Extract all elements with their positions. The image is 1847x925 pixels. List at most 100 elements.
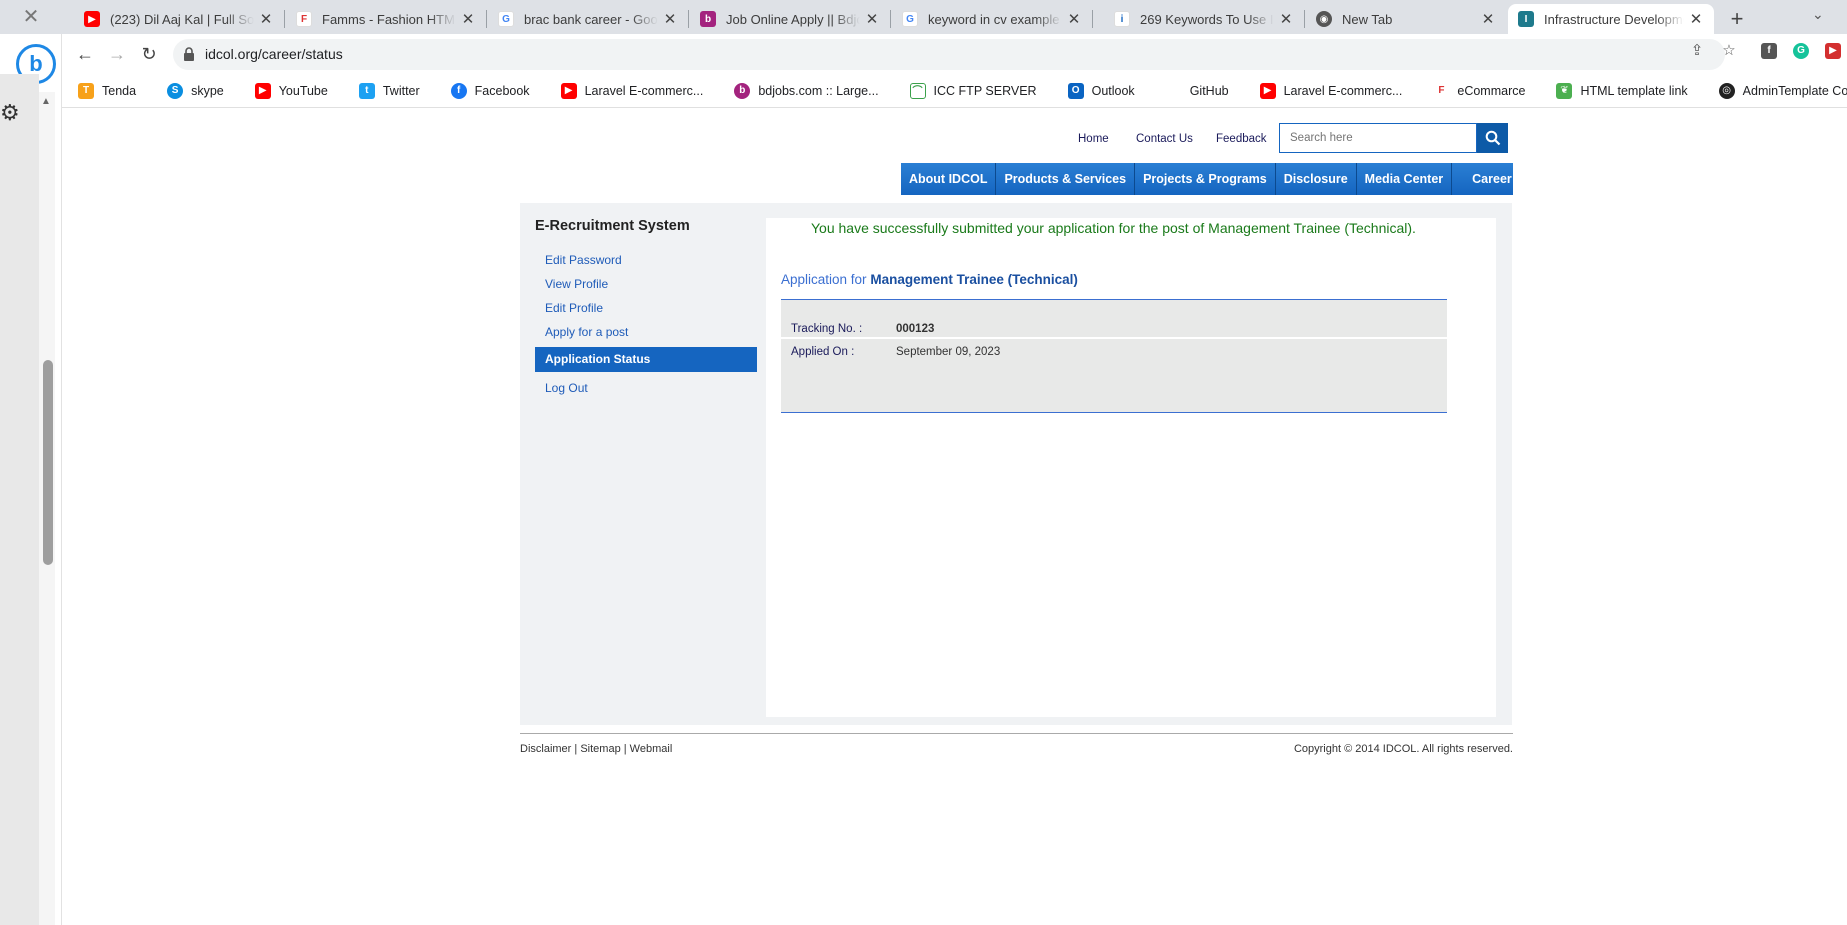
copyright-text: Copyright © 2014 IDCOL. All rights reser…: [1293, 743, 1513, 755]
github-icon: ◎: [1718, 82, 1735, 99]
tab-youtube[interactable]: ▶ (223) Dil Aaj Kal | Full Song ✕: [74, 4, 284, 34]
bookmark-label: eCommarce: [1457, 83, 1526, 98]
scrollbar-thumb[interactable]: [43, 360, 53, 565]
bookmark-icc-ftp[interactable]: ⌒ ICC FTP SERVER: [909, 82, 1037, 99]
sidebar-item-view-profile[interactable]: View Profile: [535, 272, 757, 296]
search-button[interactable]: [1477, 123, 1508, 153]
close-icon[interactable]: ✕: [1278, 10, 1294, 28]
share-icon[interactable]: ⇪: [1688, 42, 1706, 60]
bookmark-tenda[interactable]: T Tenda: [78, 82, 136, 99]
sitemap-link[interactable]: Sitemap: [580, 743, 620, 755]
google-icon: G: [498, 11, 514, 27]
sidebar-item-edit-password[interactable]: Edit Password: [535, 248, 757, 272]
close-icon[interactable]: ✕: [1480, 10, 1496, 28]
tab-separator: [1304, 10, 1305, 28]
bookmarks-bar: T Tenda Sskype ▶ YouTube t Twitter f Faceboo…: [62, 74, 1847, 108]
close-icon[interactable]: ✕: [460, 10, 476, 28]
sidebar-title: E-Recruitment System: [535, 218, 690, 234]
main-nav: About IDCOL Products & Services Projects…: [901, 163, 1513, 195]
tab-bdjobs[interactable]: b Job Online Apply || Bdjobs ✕: [690, 4, 890, 34]
chrome-icon: ◉: [1316, 11, 1332, 27]
bookmark-label: ICC FTP SERVER: [933, 83, 1037, 98]
bookmark-skype[interactable]: Sskype: [167, 82, 224, 99]
lock-icon: [184, 47, 194, 61]
footer-separator: |: [620, 743, 630, 755]
grammarly-icon[interactable]: G: [1793, 43, 1809, 59]
home-link[interactable]: Home: [1078, 133, 1109, 145]
close-icon[interactable]: ✕: [22, 7, 40, 27]
tab-keywords[interactable]: i 269 Keywords To Use In Your Resume ✕: [1104, 4, 1304, 34]
sidebar-item-apply-for-a-post[interactable]: Apply for a post: [535, 320, 757, 344]
bookmark-laravel-1[interactable]: ▶ Laravel E-commerc...: [560, 82, 703, 99]
close-icon[interactable]: ✕: [662, 10, 678, 28]
webmail-link[interactable]: Webmail: [630, 743, 673, 755]
search-input[interactable]: [1280, 124, 1476, 152]
extension-icon[interactable]: ▶: [1825, 43, 1841, 59]
tab-separator: [284, 10, 285, 28]
google-icon: G: [902, 11, 918, 27]
chevron-down-icon[interactable]: ⌄: [1812, 6, 1824, 23]
application-prefix: Application for: [781, 272, 867, 287]
applied-label: Applied On :: [791, 346, 855, 358]
disclaimer-link[interactable]: Disclaimer: [520, 743, 571, 755]
tab-separator: [688, 10, 689, 28]
bookmark-github[interactable]: GitHub: [1165, 82, 1229, 99]
tab-famms[interactable]: F Famms - Fashion HTML Template ✕: [286, 4, 486, 34]
bookmark-ecommarce[interactable]: FeCommarce: [1433, 82, 1526, 99]
tab-title: (223) Dil Aaj Kal | Full Song: [110, 11, 254, 27]
star-icon[interactable]: ☆: [1720, 42, 1738, 60]
idcol-icon: I: [1518, 11, 1534, 27]
side-panel-rail: [0, 74, 39, 925]
skype-icon: S: [167, 82, 184, 99]
nav-products-services[interactable]: Products & Services: [996, 163, 1136, 195]
twitter-icon: t: [358, 82, 375, 99]
nav-projects-programs[interactable]: Projects & Programs: [1135, 163, 1276, 195]
tab-separator: [486, 10, 487, 28]
footer-links: Disclaimer | Sitemap | Webmail: [520, 743, 672, 755]
feedback-link[interactable]: Feedback: [1216, 133, 1267, 145]
tab-separator: [890, 10, 891, 28]
applied-value: September 09, 2023: [896, 346, 1001, 358]
close-icon[interactable]: ✕: [864, 10, 880, 28]
application-details: Tracking No. : 000123 Applied On : Septe…: [781, 299, 1447, 413]
bookmark-outlook[interactable]: O Outlook: [1067, 82, 1135, 99]
close-icon[interactable]: ✕: [1688, 10, 1704, 28]
bookmark-html-template[interactable]: ❦ HTML template link: [1556, 82, 1688, 99]
tab-idcol-active[interactable]: I Infrastructure Development Company Lim…: [1508, 4, 1714, 34]
contact-us-link[interactable]: Contact Us: [1136, 133, 1193, 145]
back-icon[interactable]: ←: [73, 42, 97, 66]
tab-google-brac[interactable]: G brac bank career - Google Search ✕: [488, 4, 688, 34]
forward-icon[interactable]: →: [105, 42, 129, 66]
nav-disclosure[interactable]: Disclosure: [1276, 163, 1357, 195]
gear-icon[interactable]: ⚙: [0, 100, 20, 126]
sidebar-item-log-out[interactable]: Log Out: [535, 376, 757, 400]
sidebar-item-edit-profile[interactable]: Edit Profile: [535, 296, 757, 320]
bookmark-laravel-2[interactable]: ▶ Laravel E-commerc...: [1259, 82, 1402, 99]
sidebar-item-application-status[interactable]: Application Status: [535, 347, 757, 372]
close-icon[interactable]: ✕: [1066, 10, 1082, 28]
nav-career[interactable]: Career: [1452, 163, 1532, 195]
tracking-label: Tracking No. :: [791, 323, 863, 335]
url-text[interactable]: idcol.org/career/status: [205, 46, 343, 62]
nav-media-center[interactable]: Media Center: [1357, 163, 1453, 195]
bookmark-youtube[interactable]: ▶ YouTube: [254, 82, 328, 99]
facebook-extension-icon[interactable]: f: [1761, 43, 1777, 59]
new-tab-button[interactable]: +: [1726, 6, 1748, 32]
nav-about-idcol[interactable]: About IDCOL: [901, 163, 997, 195]
bookmark-label: skype: [191, 83, 224, 98]
blank-icon: [1165, 82, 1182, 99]
address-bar[interactable]: idcol.org/career/status: [173, 39, 1725, 70]
bookmark-bdjobs[interactable]: b bdjobs.com :: Large...: [734, 82, 879, 99]
browser-toolbar: ← → ↻ idcol.org/career/status ⇪ ☆ f G ▶: [0, 34, 1847, 74]
bookmark-twitter[interactable]: t Twitter: [358, 82, 420, 99]
reload-icon[interactable]: ↻: [137, 42, 161, 66]
close-icon[interactable]: ✕: [258, 10, 274, 28]
tab-new-tab[interactable]: ◉ New Tab ✕: [1306, 4, 1506, 34]
tab-google-keyword[interactable]: G keyword in cv example - Google Search …: [892, 4, 1092, 34]
bookmark-admintemplate[interactable]: ◎ AdminTemplate Cor...: [1718, 82, 1847, 99]
tab-title: Famms - Fashion HTML Template: [322, 11, 456, 27]
scroll-up-icon[interactable]: ▲: [41, 96, 51, 107]
bookmark-facebook[interactable]: f Facebook: [450, 82, 530, 99]
youtube-icon: ▶: [84, 11, 100, 27]
bookmark-label: YouTube: [278, 83, 328, 98]
